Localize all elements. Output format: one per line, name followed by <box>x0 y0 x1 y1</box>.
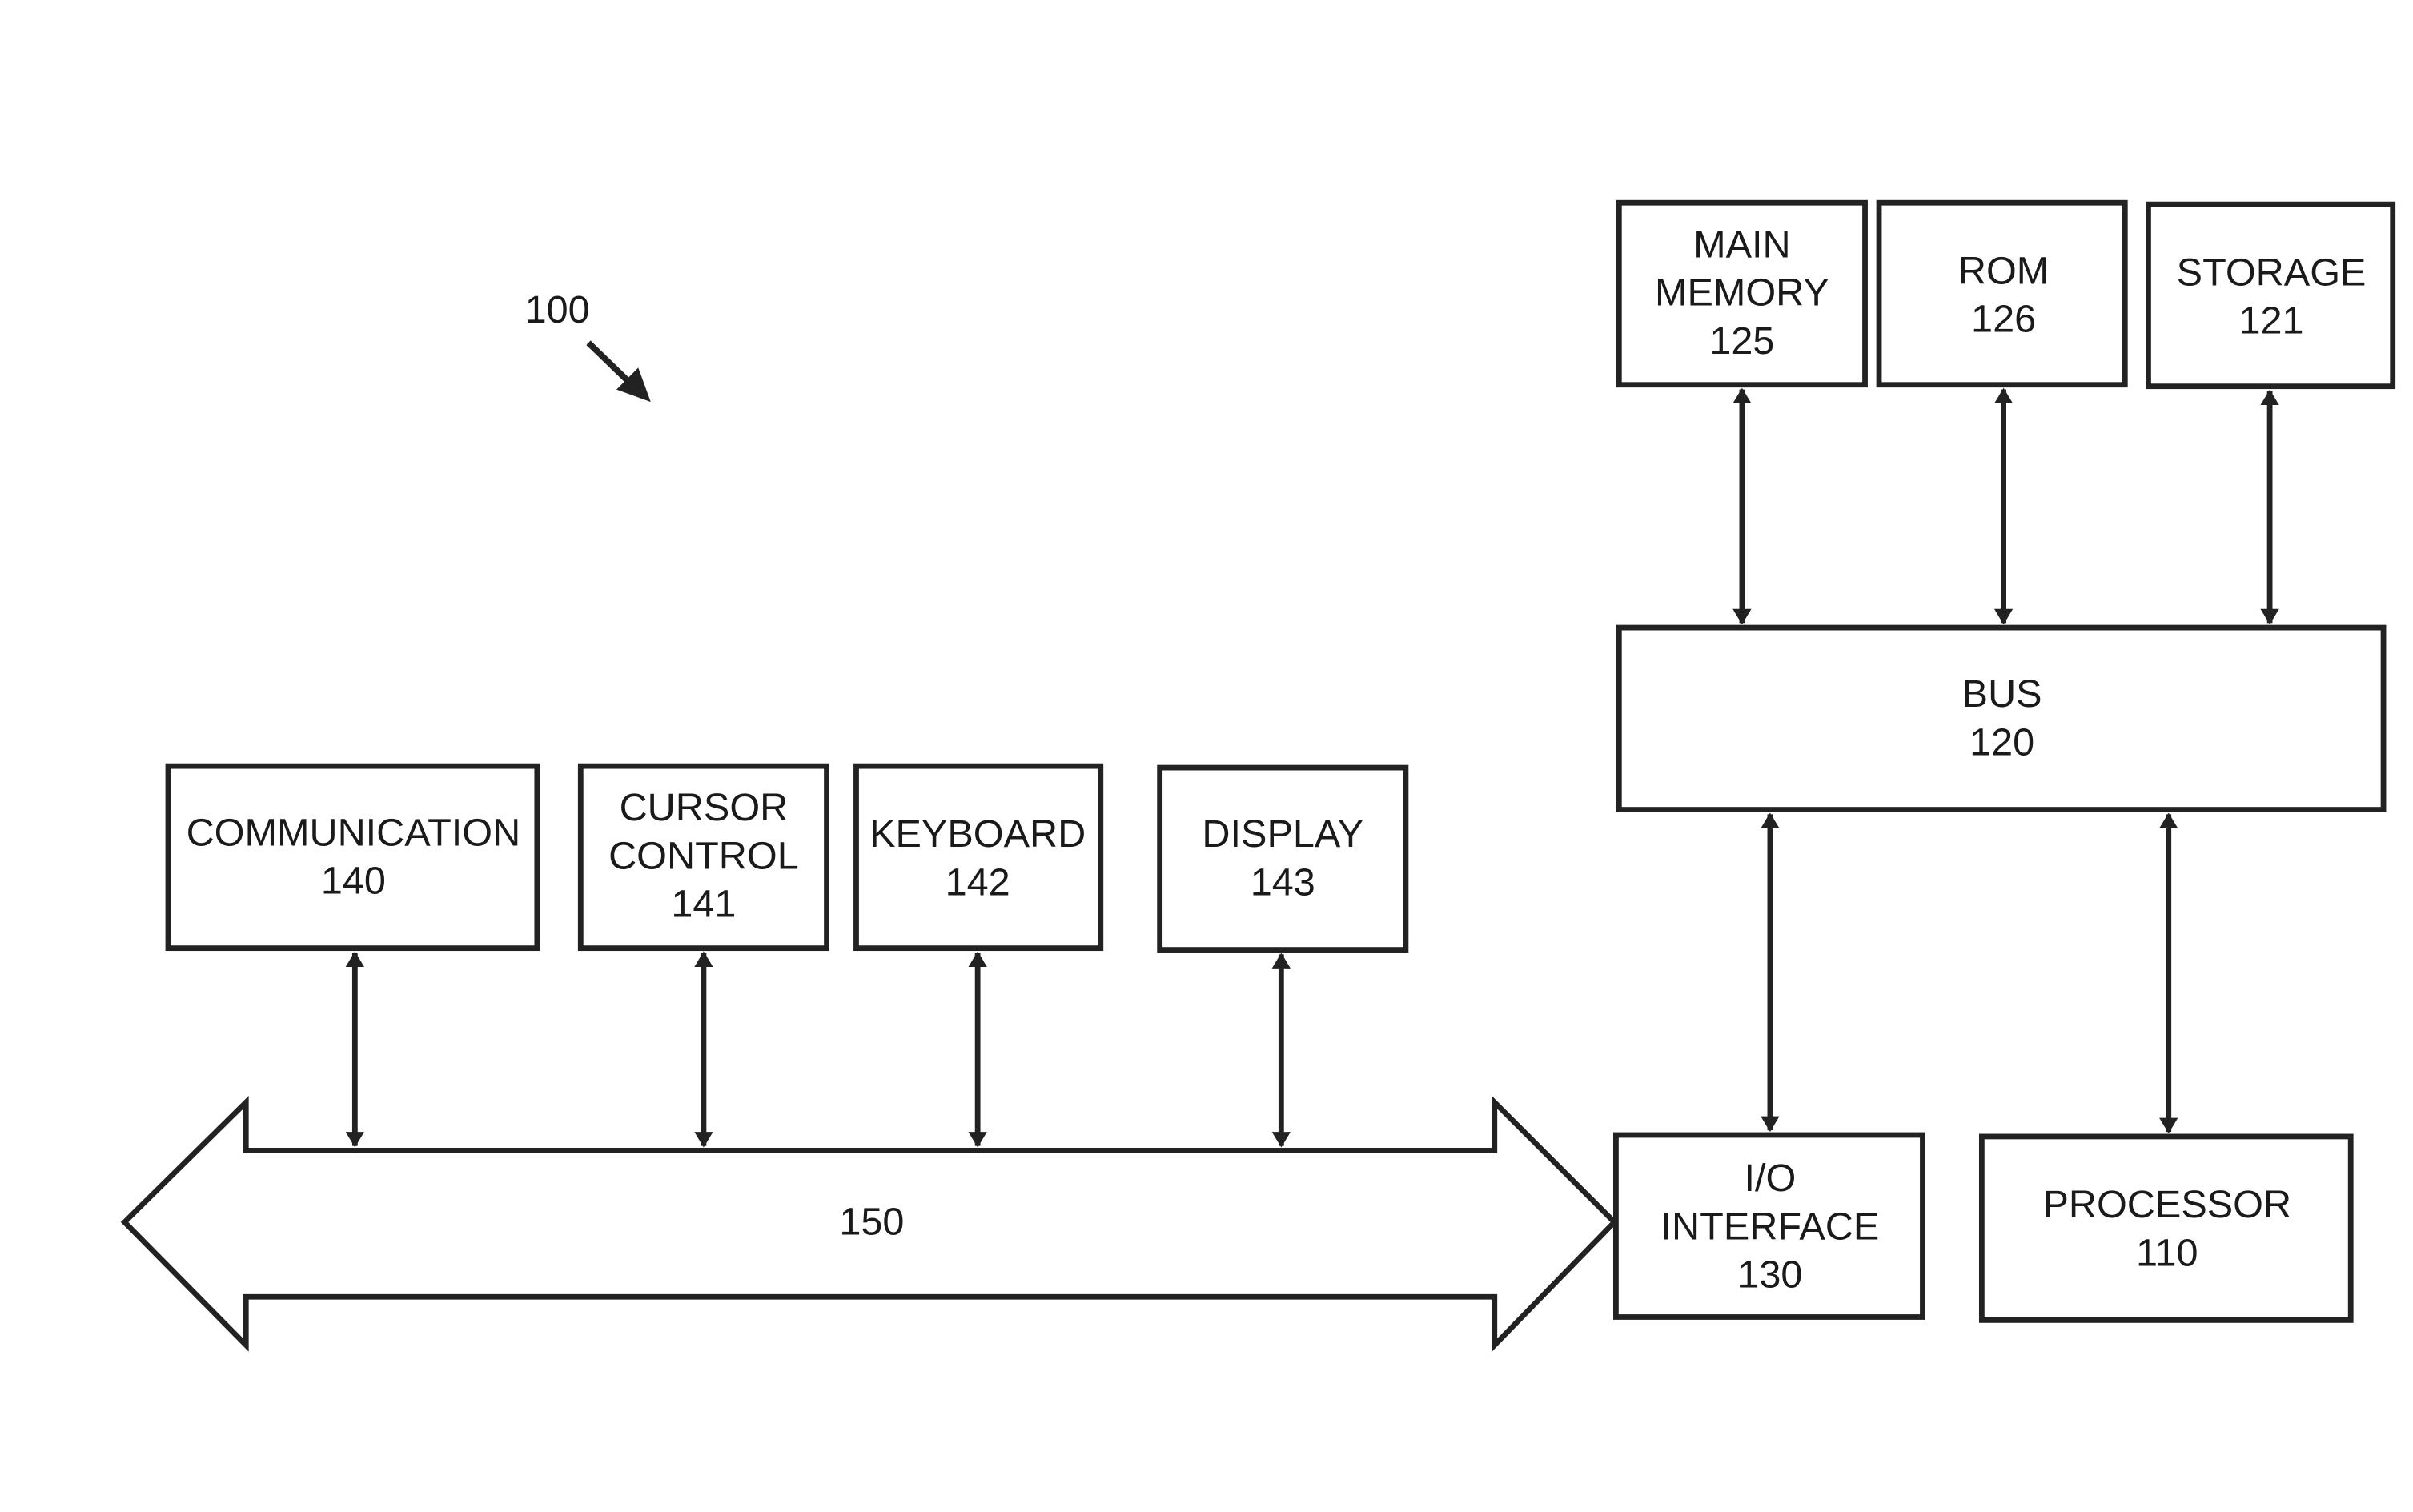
cursor-control-block: CURSOR CONTROL 141 <box>577 763 829 952</box>
storage-ref: 121 <box>2238 299 2303 343</box>
io-interface-block: I/O INTERFACE 130 <box>1613 1132 1925 1320</box>
io-interface-label-line2: INTERFACE <box>1661 1205 1880 1248</box>
rom-ref: 126 <box>1971 298 2036 341</box>
processor-block: PROCESSOR 110 <box>1978 1133 2354 1323</box>
rom-label: ROM <box>1958 249 2049 292</box>
io-interface-ref: 130 <box>1737 1253 1802 1297</box>
main-memory-label-line2: MEMORY <box>1655 271 1829 315</box>
keyboard-label: KEYBOARD <box>869 812 1086 856</box>
cursor-control-label-line1: CURSOR <box>620 786 789 829</box>
bus-ref: 120 <box>1969 721 2034 764</box>
block-diagram: 100 MAIN MEMORY 125 ROM 126 STORAGE 121 … <box>120 199 2396 1352</box>
main-memory-block: MAIN MEMORY 125 <box>1616 199 1868 388</box>
processor-ref: 110 <box>2136 1231 2198 1274</box>
display-ref: 143 <box>1251 861 1315 904</box>
display-label: DISPLAY <box>1202 812 1363 856</box>
bus-block: BUS 120 <box>1616 624 2387 812</box>
bus-label: BUS <box>1962 672 2042 716</box>
storage-label: STORAGE <box>2177 251 2367 294</box>
main-memory-ref: 125 <box>1709 319 1774 363</box>
display-block: DISPLAY 143 <box>1157 764 1409 953</box>
communication-ref: 140 <box>321 860 386 903</box>
figure-pointer-arrow-icon <box>586 340 651 403</box>
main-memory-label-line1: MAIN <box>1693 223 1791 266</box>
cursor-control-ref: 141 <box>671 883 736 926</box>
rom-block: ROM 126 <box>1876 199 2128 388</box>
keyboard-block: KEYBOARD 142 <box>853 763 1104 952</box>
communication-block: COMMUNICATION 140 <box>165 763 540 952</box>
figure-label: 100 <box>525 288 590 331</box>
communication-label: COMMUNICATION <box>187 811 521 854</box>
processor-label: PROCESSOR <box>2042 1183 2291 1226</box>
keyboard-ref: 142 <box>946 861 1010 904</box>
io-bus-150-label: 150 <box>839 1200 904 1243</box>
cursor-control-label-line2: CONTROL <box>608 834 799 877</box>
storage-block: STORAGE 121 <box>2146 201 2396 390</box>
io-interface-label-line1: I/O <box>1745 1157 1797 1200</box>
